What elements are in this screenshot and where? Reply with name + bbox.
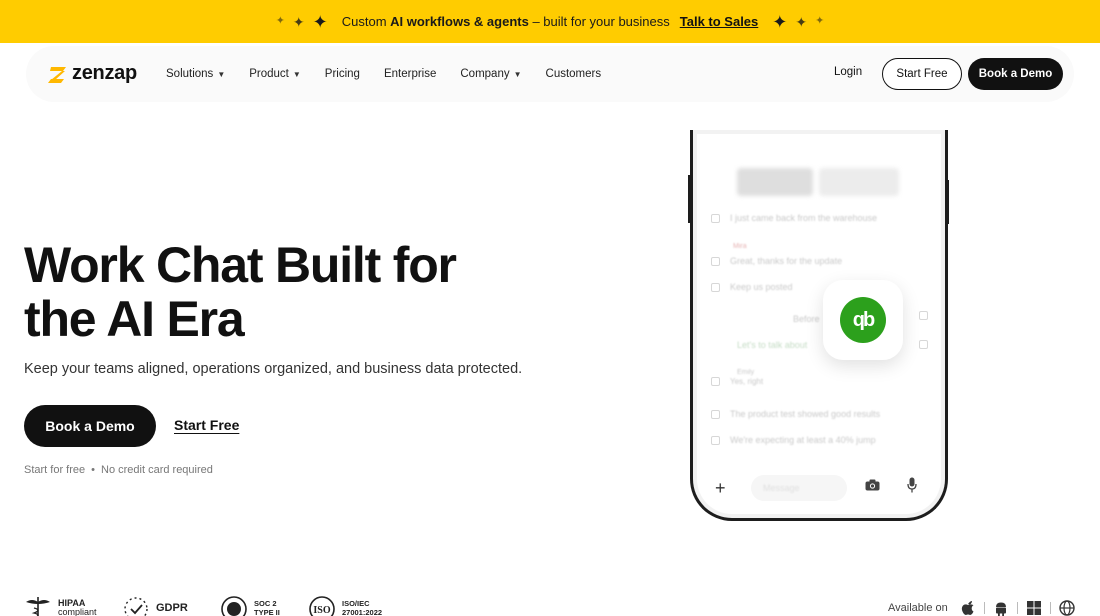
talk-to-sales-link[interactable]: Talk to Sales <box>680 14 759 29</box>
chat-message: I just came back from the warehouse <box>711 213 877 223</box>
phone-mockup: I just came back from the warehouse Mira… <box>690 130 948 521</box>
chat-message: Keep us posted <box>711 282 793 292</box>
chat-message: Yes, right <box>711 377 763 386</box>
chat-sender: Mira <box>733 243 747 250</box>
checkbox-icon <box>919 311 928 320</box>
sparkle-icon: ✦ <box>312 11 328 32</box>
separator <box>1016 602 1018 614</box>
hero-book-demo-button[interactable]: Book a Demo <box>24 405 156 447</box>
hero-note: Start for free • No credit card required <box>24 464 213 476</box>
chat-message: We're expecting at least a 40% jump <box>711 435 876 445</box>
svg-text:ISO: ISO <box>313 605 330 616</box>
quickbooks-logo-icon: qb <box>840 297 886 343</box>
sparkle-icon: ✦ <box>292 13 305 30</box>
chat-message: The product test showed good results <box>711 409 880 419</box>
announcement-text: Custom AI workflows & agents – built for… <box>341 14 670 29</box>
nav-item-company[interactable]: Company ▼ <box>460 68 521 80</box>
availability: Available on <box>888 600 1075 616</box>
zenzap-logo-icon <box>48 66 66 83</box>
separator <box>983 602 985 614</box>
caret-down-icon: ▼ <box>292 69 301 79</box>
gdpr-badge: GDPR <box>122 594 188 616</box>
hero-start-free-link[interactable]: Start Free <box>174 417 239 433</box>
main-nav: zenzap Solutions ▼ Product ▼ Pricing Enter… <box>26 46 1074 102</box>
blurred-image <box>819 168 899 196</box>
checkbox-icon <box>711 256 720 266</box>
chat-checkbox <box>919 311 928 320</box>
aicpa-soc-icon <box>221 596 247 616</box>
checkbox-icon <box>711 213 720 223</box>
checkbox-icon <box>711 282 720 292</box>
checkbox-icon <box>711 435 720 445</box>
chat-checkbox <box>919 340 928 349</box>
microphone-icon[interactable] <box>907 477 917 493</box>
phone-side-button <box>946 180 949 224</box>
gdpr-stars-icon <box>124 597 148 616</box>
chat-message: Let's to talk about <box>737 340 808 350</box>
sparkle-icon: ✦ <box>815 15 825 27</box>
camera-icon[interactable] <box>865 479 880 491</box>
nav-item-product[interactable]: Product ▼ <box>249 68 301 80</box>
nav-item-customers[interactable]: Customers <box>546 68 602 80</box>
message-input[interactable]: Message <box>751 475 847 501</box>
brand-name: zenzap <box>72 62 137 84</box>
hipaa-badge: HIPAA compliant <box>24 594 97 616</box>
checkbox-icon <box>919 340 928 349</box>
separator <box>1049 602 1051 614</box>
nav-item-pricing[interactable]: Pricing <box>325 68 360 80</box>
caduceus-icon <box>26 597 50 616</box>
book-demo-button[interactable]: Book a Demo <box>968 58 1063 90</box>
nav-menu: Solutions ▼ Product ▼ Pricing Enterprise C… <box>166 46 625 102</box>
hero-title: Work Chat Built for the AI Era <box>24 237 457 347</box>
sparkle-icon: ✦ <box>795 13 808 30</box>
web-icon[interactable] <box>1059 600 1075 616</box>
brand-logo[interactable]: zenzap <box>48 62 137 85</box>
checkbox-icon <box>711 409 720 419</box>
message-composer: + Message <box>715 473 925 503</box>
windows-icon[interactable] <box>1026 600 1042 616</box>
blurred-image <box>737 168 813 196</box>
sparkle-icon: ✦ <box>275 15 285 27</box>
hero-subtitle: Keep your teams aligned, operations orga… <box>24 361 523 377</box>
iso-icon: ISO <box>309 596 335 616</box>
nav-item-solutions[interactable]: Solutions ▼ <box>166 68 225 80</box>
caret-down-icon: ▼ <box>513 69 522 79</box>
caret-down-icon: ▼ <box>217 69 226 79</box>
chat-message: Great, thanks for the update <box>711 256 842 266</box>
availability-label: Available on <box>888 602 948 614</box>
iso-badge: ISO ISO/IEC 27001:2022 <box>308 594 382 616</box>
nav-item-enterprise[interactable]: Enterprise <box>384 68 436 80</box>
soc2-badge: SOC 2 TYPE II <box>220 594 280 616</box>
phone-side-button <box>688 175 691 223</box>
sparkle-icon: ✦ <box>772 11 788 32</box>
apple-icon[interactable] <box>960 600 976 616</box>
checkbox-icon <box>711 377 720 386</box>
announcement-bar: ✦ ✦ ✦ Custom AI workflows & agents – bui… <box>0 0 1100 43</box>
start-free-button[interactable]: Start Free <box>882 58 962 90</box>
login-link[interactable]: Login <box>834 66 862 78</box>
plus-icon[interactable]: + <box>715 478 733 499</box>
chat-message: Before <box>793 314 820 324</box>
compliance-badges: HIPAA compliant GDPR SOC 2 TYPE II ISO I… <box>24 594 444 616</box>
quickbooks-integration-card: qb <box>823 280 903 360</box>
chat-sender: Emily <box>737 369 755 376</box>
android-icon[interactable] <box>993 600 1009 616</box>
